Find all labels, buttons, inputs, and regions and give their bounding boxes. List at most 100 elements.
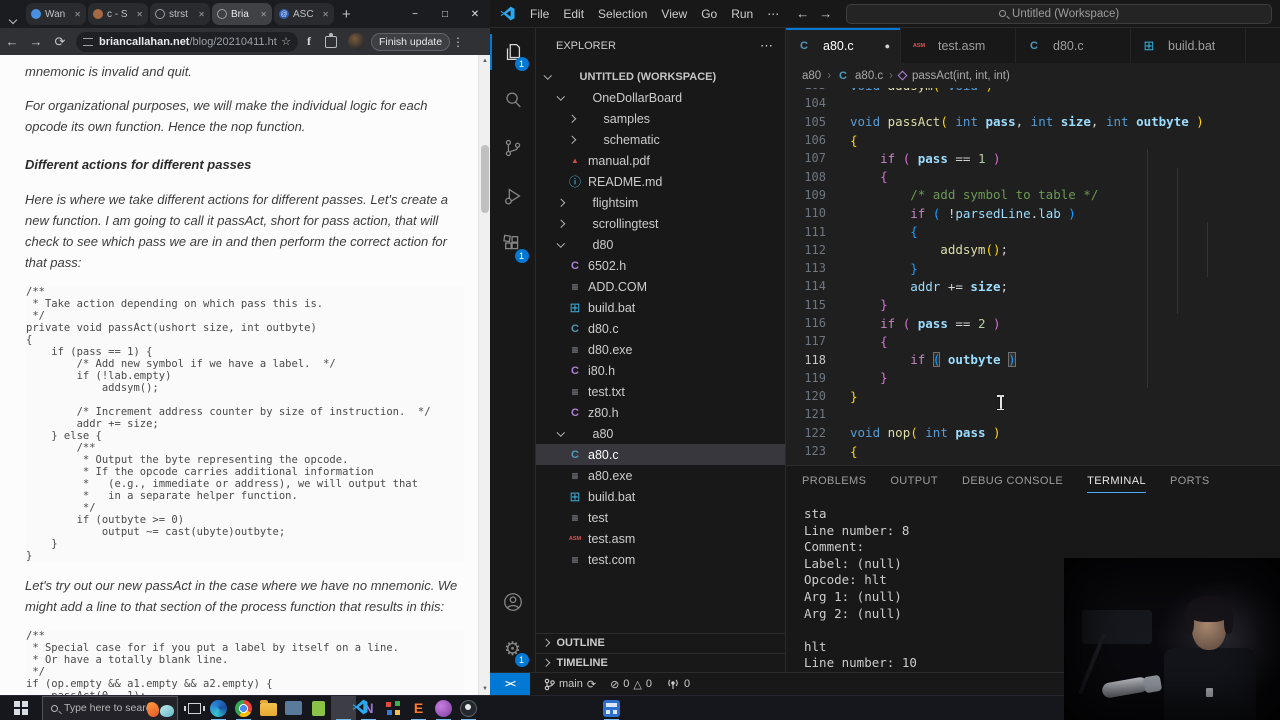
maximize-button[interactable]: □ bbox=[430, 1, 460, 27]
outline-section[interactable]: OUTLINE bbox=[536, 633, 785, 652]
browser-tab[interactable]: Bria bbox=[212, 3, 272, 25]
tab-close-icon[interactable] bbox=[198, 10, 205, 19]
tree-item[interactable]: flightsim bbox=[536, 192, 785, 213]
page-scrollbar[interactable]: ▲ ▼ bbox=[478, 55, 490, 695]
forward-button[interactable]: → bbox=[24, 34, 48, 49]
panel-tab[interactable]: DEBUG CONSOLE bbox=[962, 475, 1063, 493]
panel-tab[interactable]: PROBLEMS bbox=[802, 475, 866, 493]
tab-close-icon[interactable] bbox=[136, 10, 143, 19]
code-line[interactable]: 116 if ( pass == 2 ) bbox=[786, 314, 1280, 332]
ports-status[interactable]: 0 bbox=[666, 678, 690, 690]
tab-search-icon[interactable] bbox=[8, 10, 18, 25]
code-line[interactable]: 112 addsym(); bbox=[786, 241, 1280, 259]
code-line[interactable]: 108 { bbox=[786, 167, 1280, 185]
taskbar-app[interactable] bbox=[231, 696, 256, 720]
taskbar-app[interactable] bbox=[281, 696, 306, 720]
code-editor[interactable]: 103 void addsym( void ) 104 105 v bbox=[786, 88, 1280, 465]
tab-close-icon[interactable] bbox=[74, 10, 81, 19]
tree-item[interactable]: scrollingtest bbox=[536, 213, 785, 234]
code-line[interactable]: 122 void nop( int pass ) bbox=[786, 424, 1280, 442]
tree-item[interactable]: OneDollarBoard bbox=[536, 87, 785, 108]
scrollbar-thumb[interactable] bbox=[481, 145, 489, 213]
panel-tab[interactable]: TERMINAL bbox=[1087, 475, 1146, 493]
taskbar-app[interactable] bbox=[256, 696, 281, 720]
activitybar-account[interactable] bbox=[490, 578, 536, 626]
code-line[interactable]: 115 } bbox=[786, 296, 1280, 314]
breadcrumb-folder[interactable]: a80 bbox=[802, 70, 821, 82]
menu-item[interactable]: Edit bbox=[556, 7, 591, 21]
code-line[interactable]: 114 addr += size; bbox=[786, 277, 1280, 295]
task-view-button[interactable] bbox=[182, 696, 206, 720]
breadcrumb-file[interactable]: a80.c bbox=[855, 70, 883, 82]
taskbar-app[interactable] bbox=[431, 696, 456, 720]
browser-tab[interactable]: ASC bbox=[274, 3, 334, 25]
code-line[interactable]: 117 { bbox=[786, 332, 1280, 350]
code-line[interactable]: 118 if ( outbyte ) bbox=[786, 350, 1280, 368]
blog-page[interactable]: mnemonic is invalid and quit. For organi… bbox=[0, 55, 478, 695]
problems-status[interactable]: ⊘ 0 △ 0 bbox=[610, 678, 652, 691]
browser-tab[interactable]: c - S bbox=[88, 3, 148, 25]
timeline-section[interactable]: TIMELINE bbox=[536, 653, 785, 672]
code-line[interactable]: 104 bbox=[786, 94, 1280, 112]
code-line[interactable]: 121 bbox=[786, 405, 1280, 423]
menu-item[interactable]: Selection bbox=[591, 7, 654, 21]
taskbar-app[interactable] bbox=[406, 696, 431, 720]
tree-item[interactable]: test.com bbox=[536, 549, 785, 570]
tree-item[interactable]: build.bat bbox=[536, 486, 785, 507]
start-button[interactable] bbox=[0, 696, 42, 720]
code-line[interactable]: 107 if ( pass == 1 ) bbox=[786, 149, 1280, 167]
explorer-actions-icon[interactable]: ⋯ bbox=[760, 38, 773, 54]
remote-indicator[interactable] bbox=[490, 672, 530, 696]
taskbar-app[interactable] bbox=[206, 696, 231, 720]
address-bar[interactable]: briancallahan.net/blog/20210411.html ☆ bbox=[76, 31, 298, 52]
sync-icon[interactable]: ⟳ bbox=[587, 678, 596, 691]
panel-tab[interactable]: OUTPUT bbox=[890, 475, 938, 493]
code-line[interactable]: 106 { bbox=[786, 131, 1280, 149]
tree-item[interactable]: a80 bbox=[536, 423, 785, 444]
code-line[interactable]: 109 /* add symbol to table */ bbox=[786, 186, 1280, 204]
tab-close-icon[interactable] bbox=[322, 10, 329, 19]
tree-item[interactable]: samples bbox=[536, 108, 785, 129]
bookmark-star-icon[interactable]: ☆ bbox=[281, 35, 291, 48]
code-line[interactable]: 111 { bbox=[786, 222, 1280, 240]
close-button[interactable]: ✕ bbox=[460, 1, 490, 27]
tree-item[interactable]: 6502.h bbox=[536, 255, 785, 276]
code-line[interactable]: 105 void passAct( int pass, int size, in… bbox=[786, 113, 1280, 131]
tree-item[interactable]: manual.pdf bbox=[536, 150, 785, 171]
browser-menu-icon[interactable]: ⋮ bbox=[450, 35, 466, 49]
browser-tab[interactable]: strst bbox=[150, 3, 210, 25]
site-settings-icon[interactable] bbox=[83, 37, 93, 46]
taskbar-app[interactable] bbox=[456, 696, 481, 720]
profile-avatar[interactable] bbox=[348, 33, 365, 50]
branch-status[interactable]: main ⟳ bbox=[544, 678, 596, 691]
taskbar-app[interactable] bbox=[356, 696, 381, 720]
command-center-search[interactable]: Untitled (Workspace) bbox=[846, 3, 1272, 24]
editor-tab[interactable]: build.bat bbox=[1131, 28, 1246, 63]
taskbar-app[interactable] bbox=[599, 696, 624, 720]
minimize-button[interactable]: − bbox=[400, 1, 430, 27]
activitybar-run-debug[interactable] bbox=[490, 172, 536, 220]
tree-item[interactable]: test.txt bbox=[536, 381, 785, 402]
code-line[interactable]: 110 if ( ! parsedLine. lab ) bbox=[786, 204, 1280, 222]
facebook-extension-icon[interactable]: f bbox=[298, 34, 320, 49]
taskbar-app[interactable] bbox=[381, 696, 406, 720]
tree-item[interactable]: build.bat bbox=[536, 297, 785, 318]
activitybar-settings[interactable]: ⚙ 1 bbox=[490, 626, 536, 672]
back-button[interactable]: ← bbox=[0, 34, 24, 49]
tree-item[interactable]: z80.h bbox=[536, 402, 785, 423]
terminal-output[interactable]: sta Line number: 8 Comment: Label: (null) Op… bbox=[804, 506, 917, 672]
code-line[interactable]: 123 { bbox=[786, 442, 1280, 460]
tree-item[interactable]: UNTITLED (WORKSPACE) bbox=[536, 66, 785, 87]
tree-item[interactable]: README.md bbox=[536, 171, 785, 192]
tree-item[interactable]: a80.exe bbox=[536, 465, 785, 486]
menu-item[interactable]: Run bbox=[724, 7, 760, 21]
activitybar-search[interactable] bbox=[490, 76, 536, 124]
taskbar-app[interactable] bbox=[306, 696, 331, 720]
editor-tab[interactable]: a80.c bbox=[786, 28, 901, 63]
tree-item[interactable]: d80.c bbox=[536, 318, 785, 339]
code-line[interactable]: 119 } bbox=[786, 369, 1280, 387]
tree-item[interactable]: test.asm bbox=[536, 528, 785, 549]
activitybar-explorer[interactable]: 1 bbox=[489, 28, 536, 76]
reload-button[interactable]: ⟳ bbox=[48, 34, 72, 50]
tree-item[interactable]: test bbox=[536, 507, 785, 528]
